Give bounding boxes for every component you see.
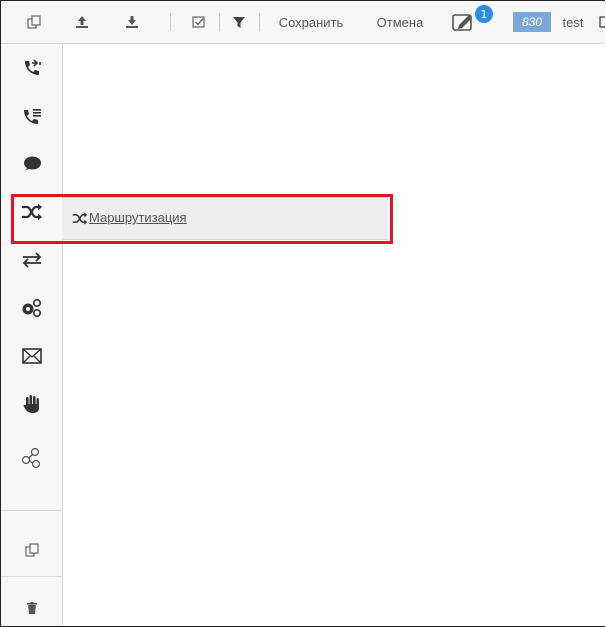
hand-stop-icon <box>23 394 41 414</box>
cancel-button[interactable]: Отмена <box>372 1 428 43</box>
username-label[interactable]: test <box>559 1 587 43</box>
sidebar-divider <box>1 576 62 577</box>
edit-icon[interactable] <box>449 1 479 43</box>
top-toolbar: Сохранить Отмена 1 830 test <box>1 1 605 44</box>
trash-icon <box>26 602 37 614</box>
sidebar-item-mail[interactable] <box>1 332 62 380</box>
sidebar-item-call-list[interactable] <box>1 92 62 140</box>
sidebar-item-call-transfer[interactable] <box>1 44 62 92</box>
extension-badge: 830 <box>513 12 551 32</box>
window-icon[interactable] <box>597 1 605 43</box>
save-button[interactable]: Сохранить <box>272 1 350 43</box>
sidebar-item-delete[interactable] <box>1 584 62 626</box>
left-sidebar <box>1 44 63 626</box>
gears-icon <box>21 298 43 318</box>
notification-badge: 1 <box>475 5 493 23</box>
upload-icon[interactable] <box>71 1 93 43</box>
app-frame: Сохранить Отмена 1 830 test Маршрутизаци… <box>0 0 605 627</box>
exchange-arrows-icon <box>21 252 43 268</box>
chat-bubble-icon <box>22 155 42 173</box>
sidebar-item-chat[interactable] <box>1 140 62 188</box>
toolbar-divider <box>219 13 220 31</box>
sidebar-item-network[interactable] <box>1 434 62 482</box>
highlight-frame <box>11 194 393 244</box>
phone-transfer-icon <box>22 58 42 78</box>
toolbar-divider <box>170 13 171 31</box>
envelope-icon <box>21 348 42 364</box>
copy-icon[interactable] <box>23 1 45 43</box>
sidebar-item-block[interactable] <box>1 380 62 428</box>
filter-icon[interactable] <box>228 1 250 43</box>
sidebar-item-settings[interactable] <box>1 284 62 332</box>
sidebar-item-copy[interactable] <box>1 526 62 574</box>
download-icon[interactable] <box>121 1 143 43</box>
checkbox-icon[interactable] <box>188 1 210 43</box>
toolbar-divider <box>259 13 260 31</box>
phone-list-icon <box>22 106 42 126</box>
copy-icon <box>24 543 39 557</box>
sidebar-divider <box>1 510 62 511</box>
network-icon <box>21 447 43 469</box>
